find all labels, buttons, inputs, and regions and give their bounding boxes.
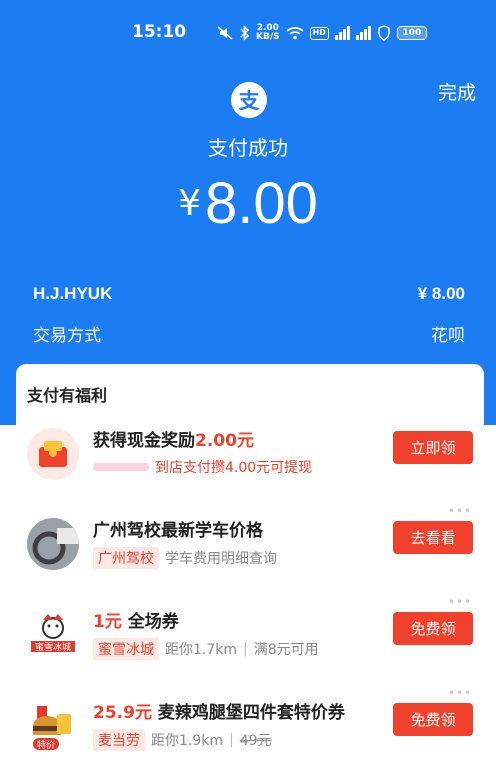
merchant-tag: 蜜雪冰城 bbox=[93, 638, 159, 660]
benefit-title: 1元 全场券 bbox=[93, 612, 179, 632]
benefit-title: 获得现金奖励2.00元 bbox=[93, 431, 254, 451]
merchant-tag: 麦当劳 bbox=[93, 729, 145, 751]
more-icon[interactable]: ••• bbox=[448, 686, 472, 700]
benefits-card: 支付有福利 获得现金奖励2.00元 到店支付攒4.00元可提现 立即领 ••• … bbox=[16, 364, 484, 762]
wifi-icon bbox=[286, 26, 304, 40]
merchant-amount: ¥ 8.00 bbox=[417, 284, 465, 303]
benefit-subtitle: 麦当劳 距你1.9km | 49元 bbox=[93, 729, 272, 751]
status-time: 15:10 bbox=[132, 22, 187, 42]
progress-bar bbox=[93, 463, 149, 471]
payment-method-row: 交易方式 花呗 bbox=[33, 321, 465, 346]
view-button[interactable]: 去看看 bbox=[393, 521, 473, 554]
payment-status: 支付成功 bbox=[208, 136, 288, 160]
benefit-subtitle: 蜜雪冰城 距你1.7km | 满8元可用 bbox=[93, 638, 319, 660]
benefit-subtitle: 广州驾校 学车费用明细查询 bbox=[93, 547, 277, 569]
signal-icon-1 bbox=[334, 26, 350, 40]
get-free-button[interactable]: 免费领 bbox=[393, 612, 473, 645]
benefit-item-mixue[interactable]: ••• 蜜雪冰城 1元 全场券 蜜雪冰城 距你1.7km | 满8元可用 免费领 bbox=[16, 595, 484, 685]
benefits-title: 支付有福利 bbox=[27, 386, 108, 405]
more-icon[interactable]: ••• bbox=[448, 504, 472, 518]
currency-symbol: ¥ bbox=[178, 183, 201, 224]
benefit-item-cash-reward[interactable]: 获得现金奖励2.00元 到店支付攒4.00元可提现 立即领 bbox=[16, 420, 484, 504]
bluetooth-icon bbox=[240, 25, 250, 41]
get-free-button[interactable]: 免费领 bbox=[393, 703, 473, 736]
merchant-tag: 广州驾校 bbox=[93, 547, 159, 569]
red-envelope-icon bbox=[27, 428, 79, 480]
svg-text:蜜雪冰城: 蜜雪冰城 bbox=[35, 641, 71, 653]
svg-text:特价: 特价 bbox=[37, 739, 55, 751]
battery-icon: 100 bbox=[396, 26, 427, 40]
merchant-row: H.J.HYUK ¥ 8.00 bbox=[33, 284, 465, 304]
merchant-name: H.J.HYUK bbox=[33, 284, 113, 303]
original-price: 49元 bbox=[239, 733, 272, 749]
mute-icon bbox=[216, 25, 234, 41]
status-bar: 15:10 2.00 KB/S HD 100 bbox=[0, 0, 496, 66]
more-icon[interactable]: ••• bbox=[448, 595, 472, 609]
benefit-title: 广州驾校最新学车价格 bbox=[93, 521, 263, 541]
network-speed: 2.00 KB/S bbox=[256, 23, 280, 42]
claim-now-button[interactable]: 立即领 bbox=[393, 431, 473, 464]
benefit-item-driving-school[interactable]: ••• 广州驾校最新学车价格 广州驾校 学车费用明细查询 去看看 bbox=[16, 504, 484, 594]
payment-method-value: 花呗 bbox=[431, 326, 465, 346]
payment-method-label: 交易方式 bbox=[33, 326, 101, 346]
benefit-item-mcdonalds[interactable]: ••• 特价 25.9元 麦辣鸡腿堡四件套特价券 麦当劳 距你1.9km | 4… bbox=[16, 686, 484, 762]
done-button[interactable]: 完成 bbox=[438, 78, 476, 105]
steering-wheel-icon bbox=[27, 518, 79, 570]
shield-icon bbox=[377, 25, 391, 41]
status-icons: 2.00 KB/S HD 100 bbox=[216, 23, 427, 43]
payment-amount: ¥8.00 bbox=[0, 170, 496, 237]
mixue-logo-icon: 蜜雪冰城 bbox=[27, 609, 79, 661]
burger-meal-icon: 特价 bbox=[27, 700, 79, 752]
amount-value: 8.00 bbox=[205, 171, 318, 236]
signal-icon-2 bbox=[355, 26, 371, 40]
hd-icon: HD bbox=[309, 26, 329, 40]
benefit-title: 25.9元 麦辣鸡腿堡四件套特价券 bbox=[93, 703, 345, 723]
alipay-logo-icon: 支 bbox=[231, 82, 267, 118]
benefit-subtitle: 到店支付攒4.00元可提现 bbox=[93, 457, 312, 477]
